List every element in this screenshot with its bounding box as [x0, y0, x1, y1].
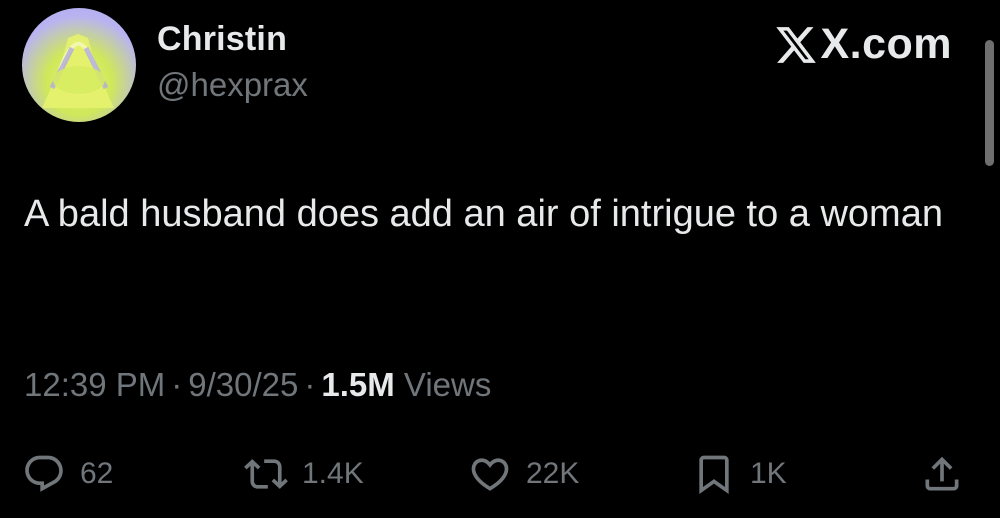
author-handle[interactable]: @hexprax — [157, 66, 308, 104]
repost-icon — [244, 459, 288, 489]
repost-button[interactable]: 1.4K — [244, 448, 364, 500]
views-label: Views — [403, 366, 492, 403]
tweet-meta: 12:39 PM · 9/30/25 · 1.5M Views — [24, 366, 491, 404]
share-button[interactable] — [920, 448, 964, 500]
x-logo-icon — [776, 26, 817, 63]
action-bar: 62 1.4K 22K 1K — [0, 448, 1000, 500]
meta-separator: · — [304, 366, 316, 403]
brand: X.com — [774, 20, 952, 69]
tweet-text: A bald husband does add an air of intrig… — [24, 193, 943, 235]
like-count: 22K — [526, 457, 580, 490]
like-button[interactable]: 22K — [468, 448, 579, 500]
repost-count: 1.4K — [302, 457, 364, 490]
views-count: 1.5M — [321, 366, 395, 403]
brand-text: X.com — [820, 20, 952, 68]
reply-count: 62 — [80, 457, 114, 490]
meta-separator: · — [171, 366, 183, 403]
bookmark-count: 1K — [750, 457, 787, 490]
scrollbar[interactable] — [985, 40, 994, 166]
avatar[interactable] — [22, 8, 136, 122]
tweet-time[interactable]: 12:39 PM — [24, 366, 165, 403]
bookmark-button[interactable]: 1K — [692, 448, 787, 500]
reply-button[interactable]: 62 — [22, 448, 113, 500]
bookmark-icon — [699, 455, 729, 495]
tweet-date[interactable]: 9/30/25 — [188, 366, 298, 403]
heart-icon — [471, 458, 509, 491]
share-icon — [925, 456, 959, 491]
author-display-name[interactable]: Christin — [157, 20, 287, 59]
reply-icon — [25, 455, 63, 492]
